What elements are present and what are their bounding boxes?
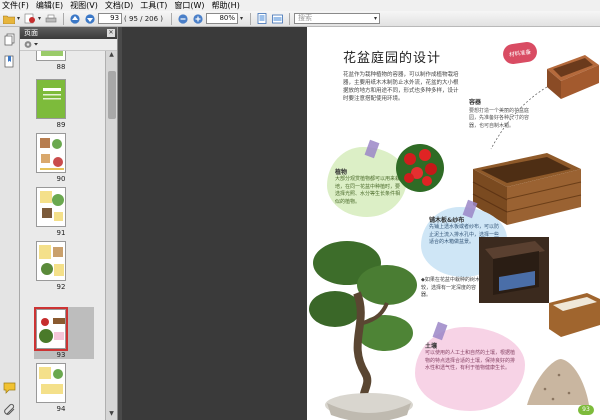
- menu-view[interactable]: 视图(V): [68, 0, 103, 11]
- paperclip-icon: [4, 403, 15, 415]
- thumbnail-image: [37, 51, 65, 60]
- arrow-down-icon: [85, 13, 95, 24]
- zoom-level-input[interactable]: 80%: [206, 13, 239, 24]
- pages-panel-title: 页面: [24, 29, 38, 37]
- next-page-button[interactable]: [83, 12, 97, 25]
- previous-page-button[interactable]: [68, 12, 82, 25]
- pages-panel: 页面 ✕ 88 89 90 91 92 93 94 ▲ ▼: [20, 27, 118, 420]
- toolbar-separator: [289, 12, 291, 25]
- search-dropdown-icon[interactable]: ▾: [374, 14, 379, 23]
- fit-width-button[interactable]: [270, 12, 284, 25]
- page-thumbnail-selected[interactable]: [34, 307, 68, 351]
- thumbnail-image: [37, 242, 65, 280]
- open-dropdown[interactable]: ▾: [17, 15, 20, 22]
- close-panel-button[interactable]: ✕: [107, 29, 115, 37]
- soil-text-block: 土壤 可以使用的人工土和自然的土壤，根据植物的特点选择合适的土壤，保持良好的排水…: [425, 343, 516, 371]
- menu-file[interactable]: 文件(F): [0, 0, 34, 11]
- bookmark-icon: [4, 55, 14, 68]
- pages-icon: [4, 33, 15, 46]
- thumbnail-label: 94: [56, 405, 66, 413]
- menu-document[interactable]: 文档(D): [103, 0, 138, 11]
- thumbnail-label: 93: [56, 351, 66, 359]
- menu-window[interactable]: 窗口(W): [172, 0, 209, 11]
- thumbnail-image: [37, 80, 65, 118]
- menu-bar: 文件(F) 编辑(E) 视图(V) 文档(D) 工具(T) 窗口(W) 帮助(H…: [0, 0, 600, 11]
- toolbar: ▾ ▾ 93 ( 95 / 206 ) 80% ▾ 搜索 ▾: [0, 11, 600, 27]
- fit-width-icon: [271, 14, 283, 23]
- open-folder-button[interactable]: [2, 12, 16, 25]
- thumbnail-label: 88: [56, 63, 66, 71]
- create-pdf-icon: [24, 13, 36, 24]
- thumbnail-image: [37, 188, 65, 226]
- page-thumbnail[interactable]: [36, 363, 66, 403]
- pages-panel-header: 页面 ✕: [20, 27, 117, 39]
- intro-paragraph: 花盆作为栽种植物的容器，可以制作成植物栽培器，主要用纸木木制防止水外流，花盆的大…: [343, 72, 459, 102]
- page-thumbnail[interactable]: [36, 187, 66, 227]
- bookmarks-panel-button[interactable]: [3, 55, 16, 68]
- zoom-dropdown[interactable]: ▾: [240, 15, 243, 22]
- thumbnail-image: [37, 310, 65, 348]
- planter-base-image: [479, 237, 549, 303]
- navigation-strip: [0, 27, 20, 420]
- document-view[interactable]: 花盆庭园的设计 材料准备 花盆作为栽种植物的容器，可以制作成植物栽培器，主要用纸…: [122, 27, 600, 420]
- pages-panel-button[interactable]: [3, 33, 16, 46]
- print-icon: [45, 14, 57, 22]
- page-thumbnail[interactable]: [36, 241, 66, 281]
- folder-icon: [3, 15, 15, 24]
- toolbar-separator: [250, 12, 252, 25]
- thumbnail-image: [37, 134, 65, 172]
- menu-tools[interactable]: 工具(T): [138, 0, 172, 11]
- comment-icon: [3, 382, 16, 394]
- bonsai-tree-image: [309, 241, 417, 420]
- zoom-in-button[interactable]: [191, 12, 205, 25]
- scrollbar-thumb[interactable]: [108, 71, 116, 119]
- scroll-up-arrow[interactable]: ▲: [106, 51, 117, 61]
- page-title: 花盆庭园的设计: [343, 51, 442, 66]
- page-thumbnail[interactable]: [36, 51, 66, 61]
- create-pdf-button[interactable]: [23, 12, 37, 25]
- thumbnail-label: 92: [56, 283, 66, 291]
- comments-panel-button[interactable]: [3, 381, 16, 394]
- plants-text-block: 植物 大部分观赏植物都可以用来栽培，在同一花盆中种植时，要选择光照、水分等生长条…: [335, 169, 401, 205]
- soil-pile-image: [527, 359, 589, 405]
- options-icon: [24, 41, 38, 48]
- bonsai-note: ◆如果在花盆中栽种的树木较，选择有一定深度的容器。: [421, 277, 480, 298]
- print-button[interactable]: [44, 12, 58, 25]
- menu-help[interactable]: 帮助(H): [210, 0, 245, 11]
- red-flowers-image: [396, 144, 444, 192]
- menu-edit[interactable]: 编辑(E): [34, 0, 68, 11]
- create-dropdown[interactable]: ▾: [38, 15, 41, 22]
- arrow-up-icon: [70, 13, 80, 24]
- page-thumbnails-list[interactable]: 88 89 90 91 92 93 94: [20, 51, 106, 420]
- zoom-out-button[interactable]: [176, 12, 190, 25]
- gauze-planter-image: [549, 293, 600, 337]
- panel-options-button[interactable]: [20, 39, 117, 51]
- thumbnail-label: 91: [56, 229, 66, 237]
- scroll-down-arrow[interactable]: ▼: [106, 410, 117, 420]
- document-page: 花盆庭园的设计 材料准备 花盆作为栽种植物的容器，可以制作成植物栽培器，主要用纸…: [307, 27, 600, 420]
- page-number-input[interactable]: 93: [98, 13, 123, 24]
- thumbnails-scrollbar[interactable]: ▲ ▼: [105, 51, 117, 420]
- toolbar-separator: [171, 12, 173, 25]
- attachments-panel-button[interactable]: [3, 403, 16, 416]
- page-total: ( 95 / 206 ): [124, 14, 164, 23]
- page-thumbnail[interactable]: [36, 79, 66, 119]
- search-input[interactable]: 搜索 ▾: [294, 13, 381, 24]
- toolbar-separator: [63, 12, 65, 25]
- thumbnail-image: [37, 364, 65, 402]
- materials-tag: 材料准备: [501, 40, 539, 66]
- fit-page-button[interactable]: [255, 12, 269, 25]
- zoom-in-icon: [193, 13, 203, 24]
- zoom-out-icon: [178, 13, 188, 24]
- thumbnail-label: 89: [56, 121, 66, 129]
- page-thumbnail[interactable]: [36, 133, 66, 173]
- thumbnail-label: 90: [56, 175, 66, 183]
- page-number-badge: 93: [578, 405, 594, 415]
- fit-page-icon: [257, 13, 267, 24]
- previous-page-edge: [122, 27, 307, 420]
